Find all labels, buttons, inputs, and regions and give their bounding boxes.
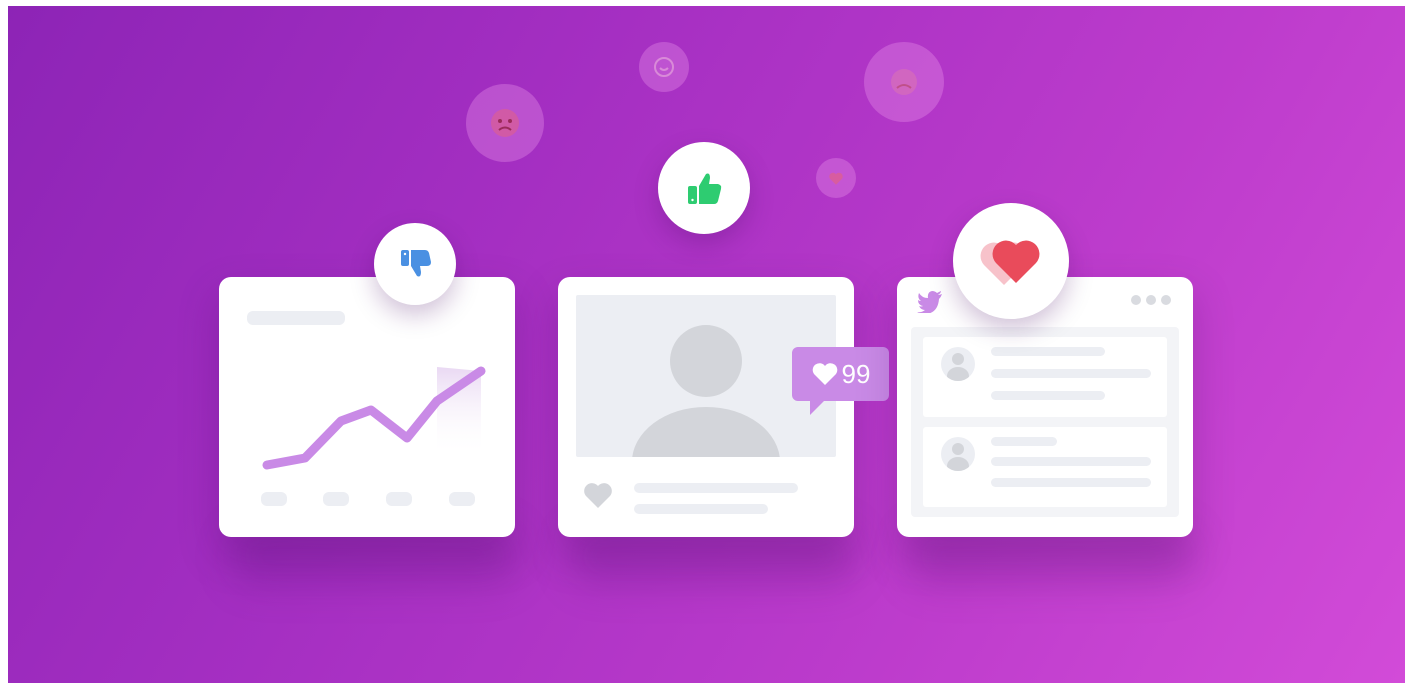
- avatar-icon: [941, 347, 975, 381]
- analytics-card: [219, 277, 515, 537]
- heart-outline-icon[interactable]: [582, 481, 614, 509]
- more-dots-icon[interactable]: [1131, 295, 1175, 307]
- sad-emoji-icon: [864, 42, 944, 122]
- thumbs-down-bubble: [374, 223, 456, 305]
- tweet-item: [923, 337, 1167, 417]
- x-axis-tick: [449, 492, 475, 506]
- like-count: 99: [841, 358, 871, 389]
- x-axis-tick: [323, 492, 349, 506]
- smile-emoji-icon: [639, 42, 689, 92]
- card-title-placeholder: [247, 311, 345, 325]
- tweet-feed: [911, 327, 1179, 517]
- heart-icon: [812, 363, 837, 385]
- trend-line-chart: [262, 366, 486, 470]
- tweet-line: [991, 347, 1105, 356]
- heart-icon: [980, 240, 1040, 285]
- angry-emoji-icon: [466, 84, 544, 162]
- tweet-line: [991, 437, 1057, 446]
- hero-illustration: 99: [8, 6, 1405, 683]
- small-heart-emoji-icon: [816, 158, 856, 198]
- twitter-card: [897, 277, 1193, 537]
- avatar-head: [670, 325, 742, 397]
- caption-line: [634, 483, 798, 493]
- thumbs-up-icon: [688, 173, 722, 204]
- x-axis-tick: [261, 492, 287, 506]
- tweet-item: [923, 427, 1167, 507]
- tweet-line: [991, 391, 1105, 400]
- avatar-icon: [941, 437, 975, 471]
- twitter-bird-icon[interactable]: [917, 291, 943, 313]
- thumbs-up-bubble: [658, 142, 750, 234]
- tweet-line: [991, 369, 1151, 378]
- tweet-line: [991, 457, 1151, 466]
- heart-bubble: [953, 203, 1069, 319]
- like-count-badge: 99: [792, 347, 889, 415]
- avatar-body: [632, 407, 780, 457]
- x-axis-tick: [386, 492, 412, 506]
- badge-tail: [810, 399, 826, 415]
- caption-line: [634, 504, 768, 514]
- thumbs-down-icon: [401, 250, 431, 277]
- tweet-line: [991, 478, 1151, 487]
